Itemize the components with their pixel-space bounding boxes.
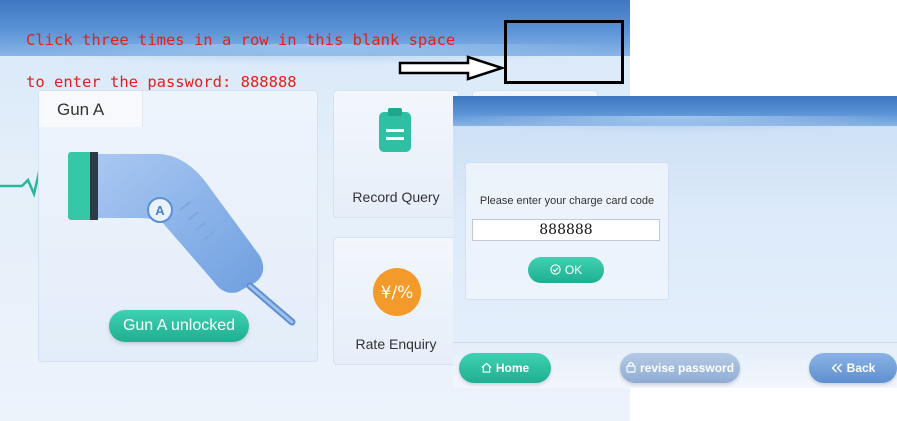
ok-button[interactable]: OK (528, 257, 604, 283)
charging-gun-icon: A (68, 152, 296, 326)
rate-enquiry-label: Rate Enquiry (355, 336, 437, 352)
rate-enquiry-tile[interactable]: ¥/% Rate Enquiry (333, 237, 459, 365)
charge-card-screen: Please enter your charge card code OK Ho… (453, 96, 897, 388)
hidden-password-tap-area[interactable] (504, 20, 624, 84)
home-button[interactable]: Home (459, 353, 551, 383)
charge-card-code-input[interactable] (472, 219, 660, 241)
home-label: Home (495, 361, 530, 375)
gun-a-badge: A (155, 203, 165, 218)
ok-label: OK (564, 263, 583, 277)
charge-card-panel: Please enter your charge card code OK (465, 162, 669, 300)
rate-icon: ¥/% (373, 268, 421, 316)
charge-card-prompt: Please enter your charge card code (479, 195, 655, 207)
revise-password-button[interactable]: revise password (620, 353, 740, 383)
back-label: Back (846, 361, 876, 375)
lock-icon (626, 353, 636, 383)
check-circle-icon (550, 257, 561, 283)
home-icon (481, 353, 492, 383)
instruction-line-1: Click three times in a row in this blank… (26, 31, 456, 49)
dialog-header-bar (453, 96, 897, 134)
record-query-label: Record Query (352, 189, 440, 205)
revise-label: revise password (639, 361, 735, 375)
rate-icon-glyph: ¥/% (381, 283, 414, 303)
back-button[interactable]: Back (809, 353, 897, 383)
double-chevron-left-icon (831, 353, 843, 383)
pointer-arrow-icon (398, 55, 506, 81)
